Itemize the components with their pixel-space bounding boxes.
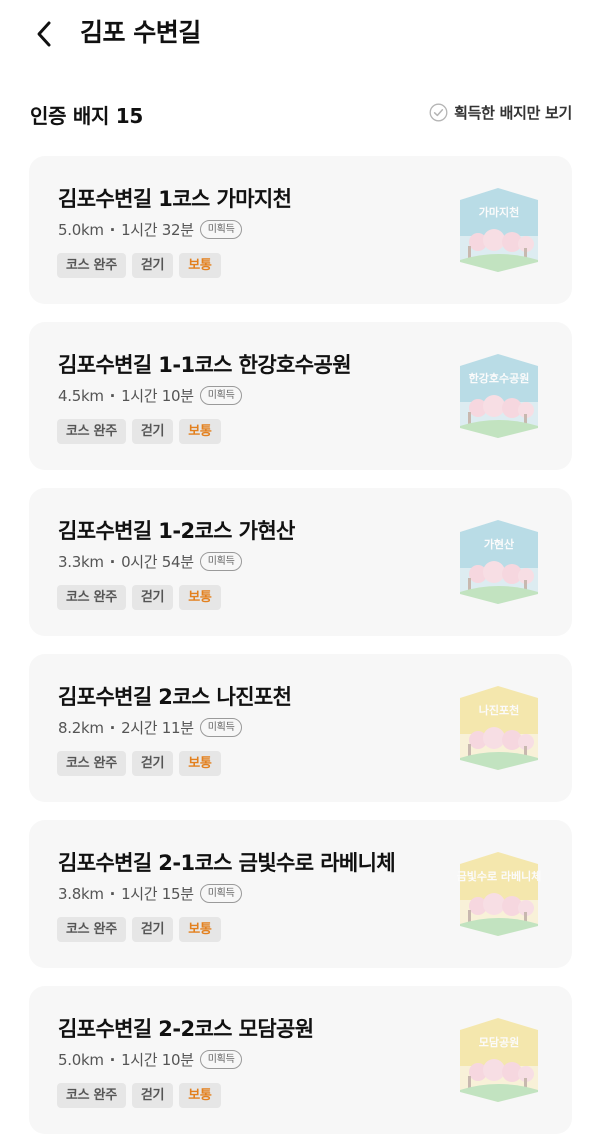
tag-course-complete: 코스 완주 xyxy=(57,917,126,942)
course-meta: 4.5km · 1시간 10분 미획득 xyxy=(58,385,243,406)
course-card[interactable]: 김포수변길 2코스 나진포천 8.2km · 2시간 11분 미획득코스 완주 걷기 보통 나… xyxy=(29,654,572,802)
badge-illustration: 금빛수로 라베니체 xyxy=(457,852,542,936)
course-badge-image: 가마지천 xyxy=(454,184,544,276)
badge-summary: 인증 배지 15 획득한 배지만 보기 xyxy=(30,96,572,132)
page-title: 김포 수변길 xyxy=(80,18,201,47)
tag-difficulty: 보통 xyxy=(179,419,221,444)
tag-course-complete: 코스 완주 xyxy=(57,585,126,610)
course-tags: 코스 완주 걷기 보통 xyxy=(57,751,221,776)
course-tags: 코스 완주 걷기 보통 xyxy=(57,1083,221,1108)
badge-label: 가현산 xyxy=(484,537,514,551)
acquired-only-label: 획득한 배지만 보기 xyxy=(454,104,572,122)
course-card[interactable]: 김포수변길 1-2코스 가현산 3.3km · 0시간 54분 미획득코스 완주 걷기 보통… xyxy=(29,488,572,636)
course-distance: 3.8km xyxy=(58,884,104,903)
course-tags: 코스 완주 걷기 보통 xyxy=(57,253,221,278)
badge-illustration: 한강호수공원 xyxy=(460,354,538,438)
course-card[interactable]: 김포수변길 1코스 가마지천 5.0km · 1시간 32분 미획득코스 완주 걷기 보통 가… xyxy=(29,156,572,304)
tag-course-complete: 코스 완주 xyxy=(57,253,126,278)
tag-course-complete: 코스 완주 xyxy=(57,1083,126,1108)
tag-difficulty: 보통 xyxy=(179,751,221,776)
course-distance: 4.5km xyxy=(58,386,104,405)
tag-walking: 걷기 xyxy=(131,419,174,444)
course-tags: 코스 완주 걷기 보통 xyxy=(57,585,221,610)
course-title: 김포수변길 1-1코스 한강호수공원 xyxy=(58,353,352,377)
badge-illustration: 모담공원 xyxy=(460,1018,538,1102)
course-badge-image: 가현산 xyxy=(454,516,544,608)
acquisition-status-badge: 미획득 xyxy=(199,1050,243,1069)
course-duration: 1시간 15분 xyxy=(121,885,194,903)
course-title: 김포수변길 2코스 나진포천 xyxy=(58,685,292,709)
badge-illustration: 나진포천 xyxy=(460,686,538,770)
check-circle-icon xyxy=(429,103,448,122)
course-tags: 코스 완주 걷기 보통 xyxy=(57,419,221,444)
course-meta: 3.3km · 0시간 54분 미획득 xyxy=(58,551,243,572)
course-card[interactable]: 김포수변길 2-2코스 모담공원 5.0km · 1시간 10분 미획득코스 완주 걷기 보… xyxy=(29,986,572,1134)
course-duration: 1시간 32분 xyxy=(121,221,194,239)
tag-difficulty: 보통 xyxy=(179,1083,221,1108)
course-card[interactable]: 김포수변길 1-1코스 한강호수공원 4.5km · 1시간 10분 미획득코스 완주 걷… xyxy=(29,322,572,470)
separator-dot: · xyxy=(109,552,116,571)
course-meta: 3.8km · 1시간 15분 미획득 xyxy=(58,883,243,904)
course-title: 김포수변길 1-2코스 가현산 xyxy=(58,519,295,543)
course-duration: 2시간 11분 xyxy=(121,719,194,737)
course-card[interactable]: 김포수변길 2-1코스 금빛수로 라베니체 3.8km · 1시간 15분 미획득코스 … xyxy=(29,820,572,968)
tag-course-complete: 코스 완주 xyxy=(57,419,126,444)
tag-walking: 걷기 xyxy=(131,917,174,942)
separator-dot: · xyxy=(109,718,116,737)
course-meta: 5.0km · 1시간 32분 미획득 xyxy=(58,219,243,240)
course-duration: 0시간 54분 xyxy=(121,553,194,571)
course-title: 김포수변길 2-2코스 모담공원 xyxy=(58,1017,314,1041)
tag-walking: 걷기 xyxy=(131,585,174,610)
back-button[interactable] xyxy=(26,16,62,52)
course-distance: 5.0km xyxy=(58,1050,104,1069)
course-badge-image: 모담공원 xyxy=(454,1014,544,1106)
tag-walking: 걷기 xyxy=(131,253,174,278)
separator-dot: · xyxy=(109,220,116,239)
separator-dot: · xyxy=(109,386,116,405)
course-badge-image: 금빛수로 라베니체 xyxy=(454,848,544,940)
acquisition-status-badge: 미획득 xyxy=(199,386,243,405)
course-badge-image: 나진포천 xyxy=(454,682,544,774)
acquisition-status-badge: 미획득 xyxy=(199,718,243,737)
course-distance: 8.2km xyxy=(58,718,104,737)
badge-count-label: 인증 배지 15 xyxy=(30,104,143,128)
tag-difficulty: 보통 xyxy=(179,585,221,610)
course-badge-image: 한강호수공원 xyxy=(454,350,544,442)
badge-label: 가마지천 xyxy=(479,205,519,219)
tag-course-complete: 코스 완주 xyxy=(57,751,126,776)
course-distance: 5.0km xyxy=(58,220,104,239)
badge-label: 금빛수로 라베니체 xyxy=(457,869,542,883)
badge-label: 한강호수공원 xyxy=(469,371,530,385)
chevron-left-icon xyxy=(37,21,51,47)
course-duration: 1시간 10분 xyxy=(121,387,194,405)
acquired-only-toggle[interactable]: 획득한 배지만 보기 xyxy=(429,102,572,123)
tag-difficulty: 보통 xyxy=(179,917,221,942)
tag-walking: 걷기 xyxy=(131,751,174,776)
app-header: 김포 수변길 xyxy=(0,0,600,70)
tag-difficulty: 보통 xyxy=(179,253,221,278)
badge-illustration: 가현산 xyxy=(460,520,538,604)
course-distance: 3.3km xyxy=(58,552,104,571)
course-tags: 코스 완주 걷기 보통 xyxy=(57,917,221,942)
badge-label: 나진포천 xyxy=(479,703,519,717)
tag-walking: 걷기 xyxy=(131,1083,174,1108)
acquisition-status-badge: 미획득 xyxy=(199,552,243,571)
course-meta: 5.0km · 1시간 10분 미획득 xyxy=(58,1049,243,1070)
acquisition-status-badge: 미획득 xyxy=(199,884,243,903)
course-title: 김포수변길 2-1코스 금빛수로 라베니체 xyxy=(58,851,396,875)
separator-dot: · xyxy=(109,1050,116,1069)
course-title: 김포수변길 1코스 가마지천 xyxy=(58,187,292,211)
separator-dot: · xyxy=(109,884,116,903)
badge-illustration: 가마지천 xyxy=(460,188,538,272)
course-meta: 8.2km · 2시간 11분 미획득 xyxy=(58,717,243,738)
course-duration: 1시간 10분 xyxy=(121,1051,194,1069)
acquisition-status-badge: 미획득 xyxy=(199,220,243,239)
badge-label: 모담공원 xyxy=(479,1035,519,1049)
